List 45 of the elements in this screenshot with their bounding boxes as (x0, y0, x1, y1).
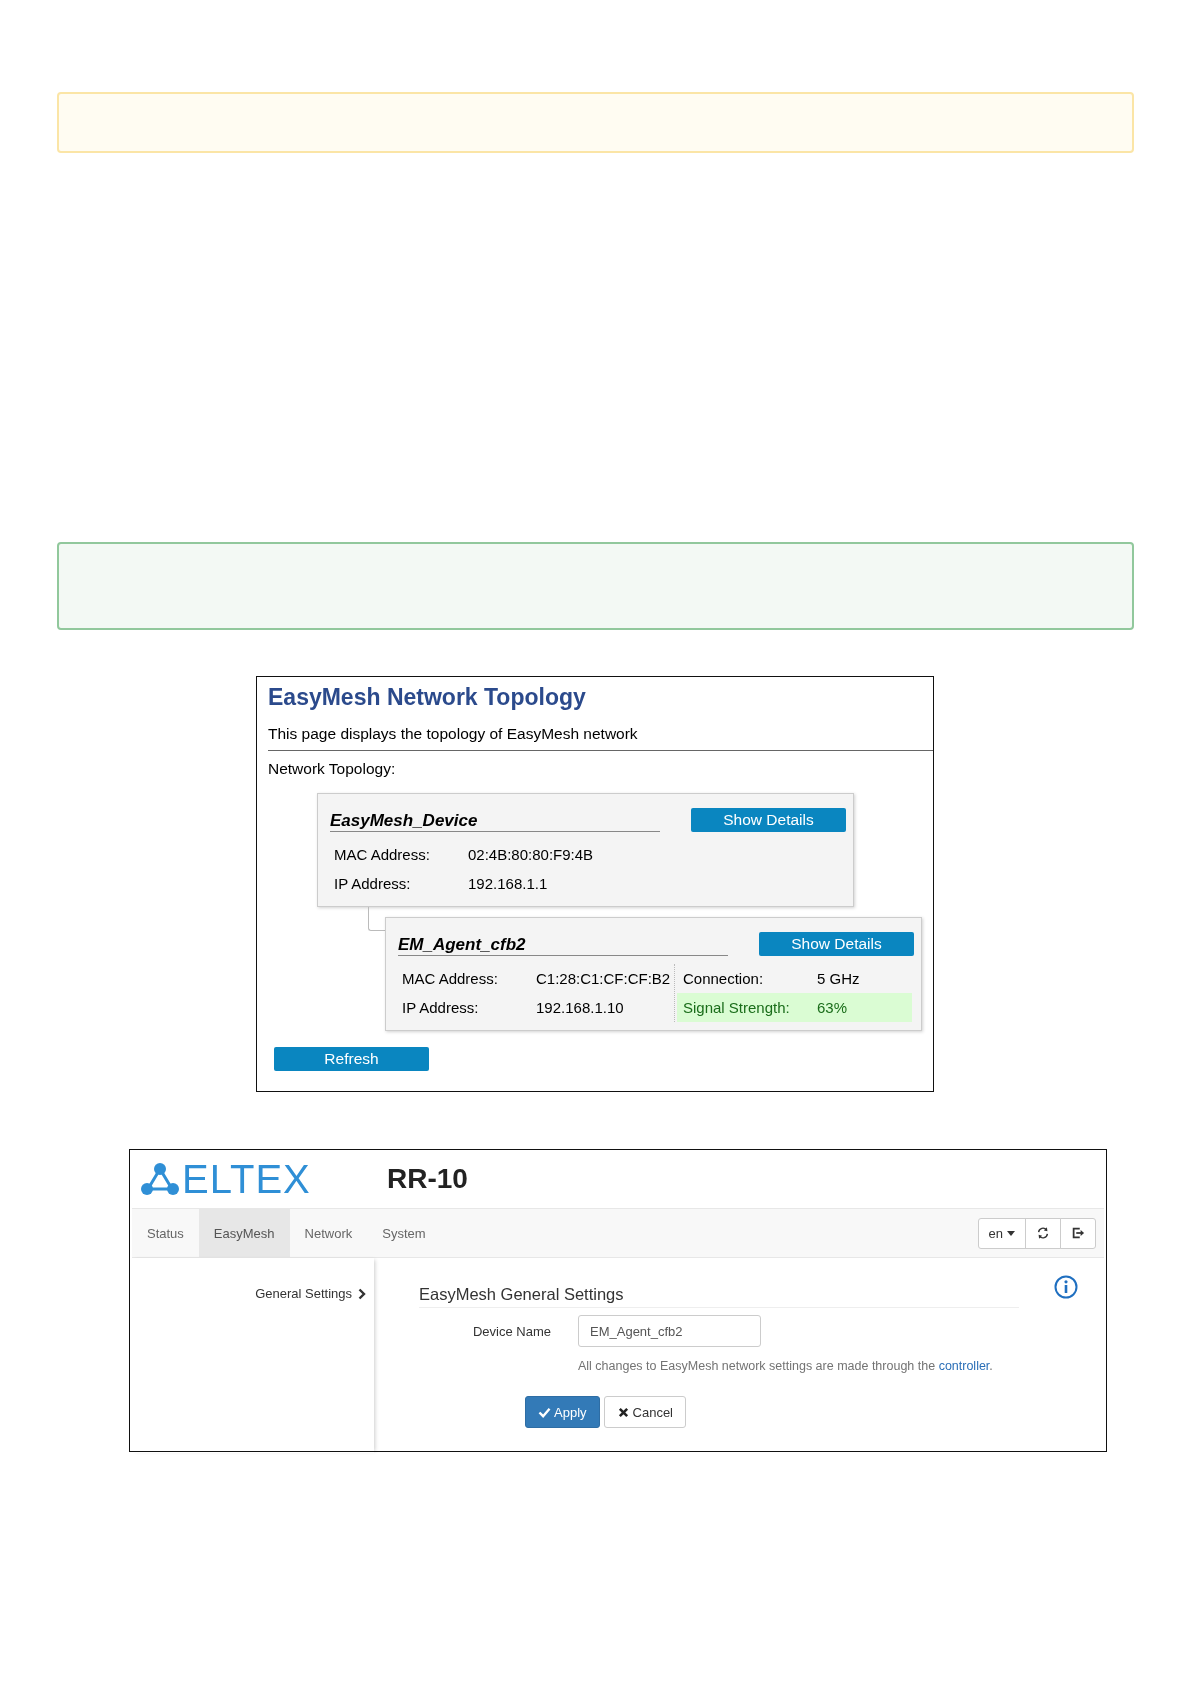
field-value: 192.168.1.1 (468, 875, 548, 892)
device-name-field[interactable]: EM_Agent_cfb2 (578, 1315, 761, 1347)
field-label: Connection: (683, 970, 765, 987)
section-heading: EasyMesh General Settings (419, 1285, 625, 1304)
field-label: Device Name (471, 1323, 551, 1339)
model-name: RR-10 (387, 1163, 468, 1195)
nav-tab[interactable]: Network (289, 1209, 368, 1257)
apply-button[interactable]: Apply (525, 1396, 600, 1428)
field-label: MAC Address: (334, 846, 431, 863)
close-icon (616, 1406, 630, 1418)
nav-tab[interactable]: Status (132, 1209, 199, 1257)
controller-link[interactable]: controller (938, 1359, 990, 1373)
refresh-button[interactable]: Refresh (274, 1047, 429, 1071)
page-title: EasyMesh Network Topology (268, 683, 587, 712)
device-name: EasyMesh_Device (330, 811, 660, 832)
refresh-icon (1036, 1226, 1050, 1240)
logout-icon (1071, 1226, 1085, 1240)
chevron-icon (358, 1287, 366, 1300)
show-details-button[interactable]: Show Details (759, 932, 914, 956)
field-value: C1:28:C1:CF:CF:B2 (536, 970, 671, 987)
field-label: IP Address: (402, 999, 480, 1016)
field-label: Signal Strength: (683, 999, 791, 1016)
check-icon (538, 1406, 551, 1418)
show-details-button[interactable]: Show Details (691, 808, 846, 832)
refresh-button[interactable] (1025, 1217, 1061, 1249)
field-value: 63% (817, 999, 848, 1016)
section-label: Network Topology: (268, 759, 397, 779)
nav-tab[interactable]: System (367, 1209, 441, 1257)
page-description: This page displays the topology of EasyMesh network (268, 724, 639, 744)
field-label: MAC Address: (402, 970, 499, 987)
logo-text: ELTEX (182, 1156, 311, 1202)
field-value: 02:4B:80:80:F9:4B (468, 846, 594, 863)
field-value: 5 GHz (817, 970, 860, 987)
logout-button[interactable] (1060, 1217, 1096, 1249)
device-name: EM_Agent_cfb2 (398, 935, 728, 956)
caret-icon (1007, 1230, 1015, 1236)
field-label: IP Address: (334, 875, 412, 892)
language-dropdown[interactable]: en (977, 1217, 1026, 1249)
field-value: 192.168.1.10 (536, 999, 624, 1016)
cancel-button[interactable]: Cancel (603, 1396, 686, 1428)
info-icon (1054, 1275, 1078, 1299)
help-text: All changes to EasyMesh network settings are made through the controller. (578, 1359, 994, 1373)
sidebar-item[interactable]: General Settings (255, 1286, 366, 1301)
network-nodes-icon (140, 1161, 180, 1197)
nav-tab[interactable]: EasyMesh (198, 1209, 290, 1257)
